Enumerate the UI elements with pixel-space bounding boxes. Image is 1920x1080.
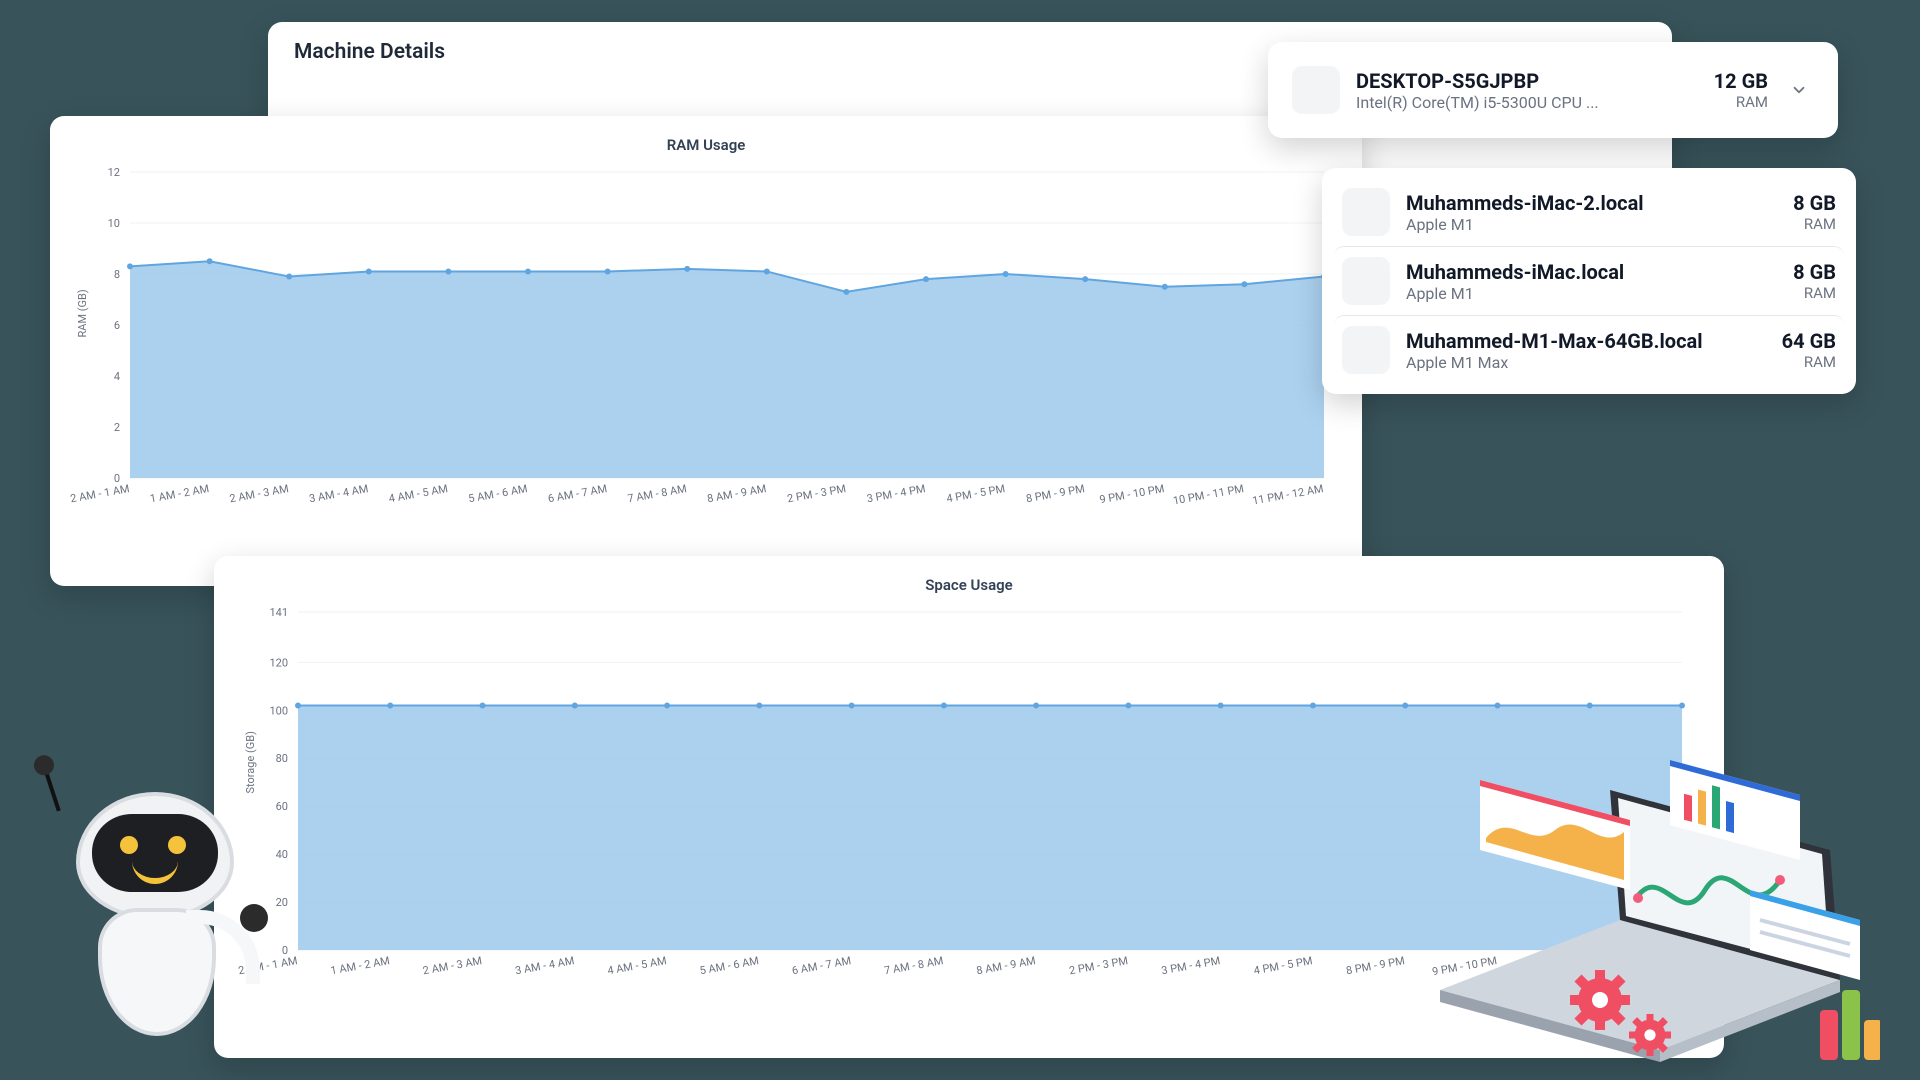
machine-option-cap-unit: RAM <box>1782 353 1836 371</box>
svg-text:10 PM - 11 PM: 10 PM - 11 PM <box>1172 482 1245 507</box>
selected-machine-name: DESKTOP-S5GJPBP <box>1356 69 1698 93</box>
ram-usage-card: RAM Usage RAM (GB) 02468101212 AM - 1 AM… <box>50 116 1362 586</box>
svg-text:2 AM - 3 AM: 2 AM - 3 AM <box>228 482 289 505</box>
svg-text:4 AM - 5 AM: 4 AM - 5 AM <box>388 482 449 505</box>
machine-option[interactable]: Muhammeds-iMac.local Apple M1 8 GB RAM <box>1334 246 1844 315</box>
svg-text:20: 20 <box>276 896 288 909</box>
apple-icon <box>1342 326 1390 374</box>
svg-text:5 AM - 6 AM: 5 AM - 6 AM <box>467 482 528 505</box>
svg-text:3 PM - 4 PM: 3 PM - 4 PM <box>1160 954 1221 977</box>
svg-text:3 AM - 4 AM: 3 AM - 4 AM <box>308 482 369 505</box>
selected-machine-sub: Intel(R) Core(TM) i5-5300U CPU ... <box>1356 93 1698 112</box>
svg-text:8 AM - 9 AM: 8 AM - 9 AM <box>706 482 767 505</box>
svg-text:8 PM - 9 PM: 8 PM - 9 PM <box>1345 954 1406 977</box>
svg-text:2 AM - 3 AM: 2 AM - 3 AM <box>422 954 483 977</box>
svg-text:141: 141 <box>269 606 288 619</box>
machine-option-cap-unit: RAM <box>1793 284 1836 302</box>
svg-text:2 PM - 3 PM: 2 PM - 3 PM <box>786 482 847 505</box>
svg-text:4 PM - 5 PM: 4 PM - 5 PM <box>945 482 1006 505</box>
robot-mascot-illustration <box>26 760 246 1060</box>
svg-text:8 PM - 9 PM: 8 PM - 9 PM <box>1025 482 1086 505</box>
machine-option[interactable]: Muhammed-M1-Max-64GB.local Apple M1 Max … <box>1334 315 1844 384</box>
selected-machine-cap: 12 GB <box>1714 69 1768 93</box>
machine-option-name: Muhammeds-iMac.local <box>1406 260 1777 284</box>
svg-text:4 AM - 5 AM: 4 AM - 5 AM <box>606 954 667 977</box>
ram-chart: RAM (GB) 02468101212 AM - 1 AM1 AM - 2 A… <box>70 154 1342 534</box>
svg-text:7 AM - 8 AM: 7 AM - 8 AM <box>626 482 687 505</box>
svg-text:9 PM - 10 PM: 9 PM - 10 PM <box>1098 482 1165 506</box>
space-chart-title: Space Usage <box>238 576 1700 594</box>
machine-option-cap: 64 GB <box>1782 329 1836 353</box>
ram-chart-title: RAM Usage <box>70 136 1342 154</box>
svg-text:5 AM - 6 AM: 5 AM - 6 AM <box>699 954 760 977</box>
svg-text:80: 80 <box>276 752 288 765</box>
svg-text:120: 120 <box>269 656 288 669</box>
svg-text:8: 8 <box>114 268 120 281</box>
svg-text:12 AM - 1 AM: 12 AM - 1 AM <box>70 482 131 506</box>
machine-option-cap: 8 GB <box>1793 191 1836 215</box>
svg-text:2: 2 <box>114 421 120 434</box>
selected-machine-cap-unit: RAM <box>1714 93 1768 111</box>
svg-text:10: 10 <box>108 217 120 230</box>
svg-text:4 PM - 5 PM: 4 PM - 5 PM <box>1253 954 1314 977</box>
svg-text:7 AM - 8 AM: 7 AM - 8 AM <box>883 954 944 977</box>
chevron-down-icon[interactable] <box>1784 75 1814 105</box>
machine-option-cap: 8 GB <box>1793 260 1836 284</box>
svg-text:1 AM - 2 AM: 1 AM - 2 AM <box>330 954 391 977</box>
svg-text:12: 12 <box>108 166 120 179</box>
apple-icon <box>1292 66 1340 114</box>
ram-ylabel: RAM (GB) <box>76 289 89 337</box>
machine-option-sub: Apple M1 <box>1406 284 1777 303</box>
svg-text:60: 60 <box>276 800 288 813</box>
ram-chart-svg: 02468101212 AM - 1 AM1 AM - 2 AM2 AM - 3… <box>70 154 1342 534</box>
svg-text:2 PM - 3 PM: 2 PM - 3 PM <box>1068 954 1129 977</box>
machine-option-name: Muhammed-M1-Max-64GB.local <box>1406 329 1766 353</box>
analytics-laptop-illustration <box>1400 740 1880 1070</box>
svg-text:1 AM - 2 AM: 1 AM - 2 AM <box>149 482 210 505</box>
svg-text:8 AM - 9 AM: 8 AM - 9 AM <box>975 954 1036 977</box>
svg-text:100: 100 <box>269 704 288 717</box>
svg-text:6: 6 <box>114 319 120 332</box>
machine-picker-options: Muhammeds-iMac-2.local Apple M1 8 GB RAM… <box>1322 168 1856 394</box>
svg-text:3 PM - 4 PM: 3 PM - 4 PM <box>866 482 927 505</box>
machine-option-sub: Apple M1 Max <box>1406 353 1766 372</box>
svg-text:6 AM - 7 AM: 6 AM - 7 AM <box>547 482 608 505</box>
svg-text:11 PM - 12 AM: 11 PM - 12 AM <box>1251 482 1324 507</box>
svg-text:40: 40 <box>276 848 288 861</box>
apple-icon <box>1342 188 1390 236</box>
machine-option[interactable]: Muhammeds-iMac-2.local Apple M1 8 GB RAM <box>1334 178 1844 246</box>
machine-option-sub: Apple M1 <box>1406 215 1777 234</box>
svg-text:3 AM - 4 AM: 3 AM - 4 AM <box>514 954 575 977</box>
machine-option-cap-unit: RAM <box>1793 215 1836 233</box>
svg-text:6 AM - 7 AM: 6 AM - 7 AM <box>791 954 852 977</box>
machine-option-name: Muhammeds-iMac-2.local <box>1406 191 1777 215</box>
svg-text:4: 4 <box>114 370 120 383</box>
apple-icon <box>1342 257 1390 305</box>
machine-picker[interactable]: DESKTOP-S5GJPBP Intel(R) Core(TM) i5-530… <box>1268 42 1838 138</box>
